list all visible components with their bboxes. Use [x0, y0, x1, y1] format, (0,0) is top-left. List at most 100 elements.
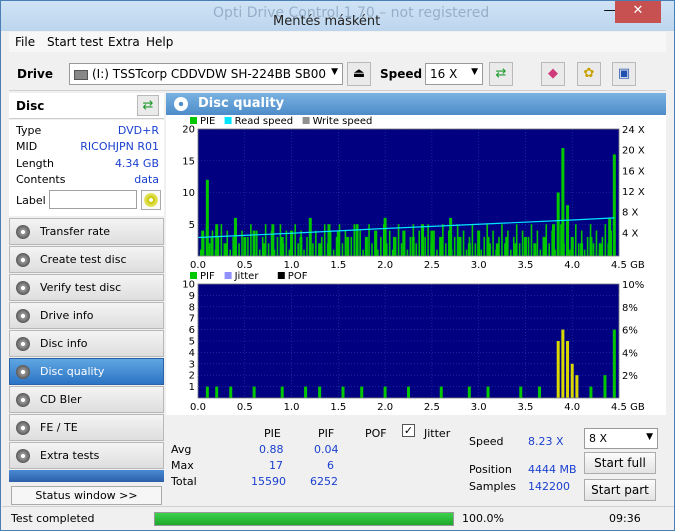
data-bar	[412, 224, 415, 256]
data-bar	[199, 249, 202, 256]
status-window-button[interactable]: Status window >>	[11, 486, 162, 505]
data-bar	[566, 341, 570, 398]
disc-mid-row: MID RICOHJPN R01	[16, 140, 159, 153]
drive-select[interactable]: (I:) TSSTcorp CDDVDW SH-224BB SB00 ▼	[69, 63, 343, 85]
drive-value: (I:) TSSTcorp CDDVDW SH-224BB SB00	[92, 67, 326, 81]
data-bar	[247, 236, 249, 256]
x-tick-label: 1.0	[284, 260, 300, 271]
avg-label: Avg	[171, 443, 192, 456]
data-bar	[589, 224, 592, 256]
nav-create-test-disc[interactable]: Create test disc	[9, 246, 164, 273]
jitter-checkbox[interactable]: ✓	[402, 424, 415, 437]
start-part-button[interactable]: Start part	[584, 479, 656, 501]
start-full-button[interactable]: Start full	[584, 452, 656, 474]
data-bar	[273, 249, 276, 256]
window-title: Mentés másként	[273, 14, 381, 29]
total-pie: 15590	[251, 475, 286, 488]
data-bar	[436, 249, 438, 256]
data-bar	[486, 224, 488, 256]
gears-icon: ✿	[583, 66, 595, 81]
data-bar	[572, 236, 574, 256]
legend-label: Write speed	[313, 116, 373, 127]
nav-disc-info[interactable]: Disc info	[9, 330, 164, 357]
data-bar	[244, 249, 246, 256]
nav-disc-quality[interactable]: Disc quality	[9, 358, 164, 385]
menu-file[interactable]: File	[15, 35, 35, 49]
y2-tick-label: 24 X	[622, 125, 645, 136]
y-tick-label: 6	[189, 325, 195, 336]
col-pof: POF	[365, 427, 387, 440]
y-tick-label: 7	[189, 314, 195, 325]
nav-drive-info[interactable]: Drive info	[9, 302, 164, 329]
label-apply-button[interactable]	[141, 190, 161, 210]
legend-label: Read speed	[235, 116, 294, 127]
data-bar	[512, 236, 515, 256]
refresh-icon: ⇄	[495, 66, 507, 81]
data-bar	[217, 236, 220, 256]
data-bar	[312, 243, 314, 256]
label-input[interactable]	[49, 190, 137, 209]
data-bar	[586, 236, 589, 256]
data-bar	[575, 375, 579, 398]
disc-icon	[16, 337, 30, 351]
disc-title: Disc	[16, 99, 45, 113]
data-bar	[563, 243, 565, 256]
data-bar	[406, 249, 409, 256]
menu-bar: File Start test Extra Help	[9, 32, 666, 52]
menu-help[interactable]: Help	[146, 35, 173, 49]
data-bar	[338, 224, 341, 256]
nav-verify-test-disc[interactable]: Verify test disc	[9, 274, 164, 301]
speed-value: 16 X	[430, 67, 458, 81]
settings-button[interactable]: ✿	[577, 62, 601, 86]
disc-quality-charts: PIE Read speed Write speed201510524 X20 X1…	[166, 115, 666, 415]
x-tick-label: 3.0	[471, 260, 487, 271]
nav-fe-te[interactable]: FE / TE	[9, 414, 164, 441]
refresh-icon: ⇄	[142, 98, 154, 113]
data-bar	[467, 386, 471, 398]
nav-transfer-rate[interactable]: Transfer rate	[9, 218, 164, 245]
data-bar	[612, 329, 616, 398]
data-bar	[612, 154, 616, 256]
data-bar	[560, 224, 562, 256]
x-tick-label: 2.0	[377, 260, 393, 271]
eject-button[interactable]: ⏏	[347, 62, 371, 86]
col-pie: PIE	[264, 427, 281, 440]
disc-header: Disc ⇄	[9, 93, 164, 119]
total-label: Total	[171, 475, 197, 488]
x-tick-label: 2.0	[377, 402, 393, 413]
avg-pif: 0.04	[314, 443, 339, 456]
data-bar	[318, 386, 322, 398]
nav-cd-bler[interactable]: CD Bler	[9, 386, 164, 413]
close-button[interactable]: ✕	[615, 1, 661, 23]
x-tick-label: 4.5 GB	[611, 402, 645, 413]
disc-refresh-button[interactable]: ⇄	[137, 95, 159, 116]
menu-start-test[interactable]: Start test	[47, 35, 103, 49]
floppy-icon: ▣	[617, 66, 631, 81]
menu-extra[interactable]: Extra	[108, 35, 140, 49]
erase-button[interactable]: ◆	[541, 62, 565, 86]
x-tick-label: 2.5	[424, 402, 440, 413]
data-bar	[326, 243, 329, 256]
progress-fill	[155, 513, 453, 525]
y-tick-label: 2	[189, 371, 195, 382]
data-bar	[279, 224, 282, 256]
y-tick-label: 10	[182, 188, 195, 199]
save-button[interactable]: ▣	[612, 62, 636, 86]
refresh-button[interactable]: ⇄	[489, 62, 513, 86]
data-bar	[545, 224, 548, 256]
legend-swatch	[302, 117, 310, 124]
speed-select[interactable]: 16 X ▼	[425, 63, 483, 85]
data-bar	[223, 243, 226, 256]
speed-label: Speed	[380, 67, 423, 81]
data-bar	[583, 249, 586, 256]
test-speed-select[interactable]: 8 X ▼	[584, 428, 658, 449]
data-bar	[561, 329, 565, 398]
data-bar	[323, 224, 326, 256]
samples-label: Samples	[469, 480, 516, 493]
data-bar	[341, 243, 344, 256]
eject-icon: ⏏	[352, 66, 366, 81]
nav-extra-tests[interactable]: Extra tests	[9, 442, 164, 469]
data-bar	[504, 243, 506, 256]
y-tick-label: 5	[189, 220, 195, 231]
data-bar	[462, 230, 465, 256]
